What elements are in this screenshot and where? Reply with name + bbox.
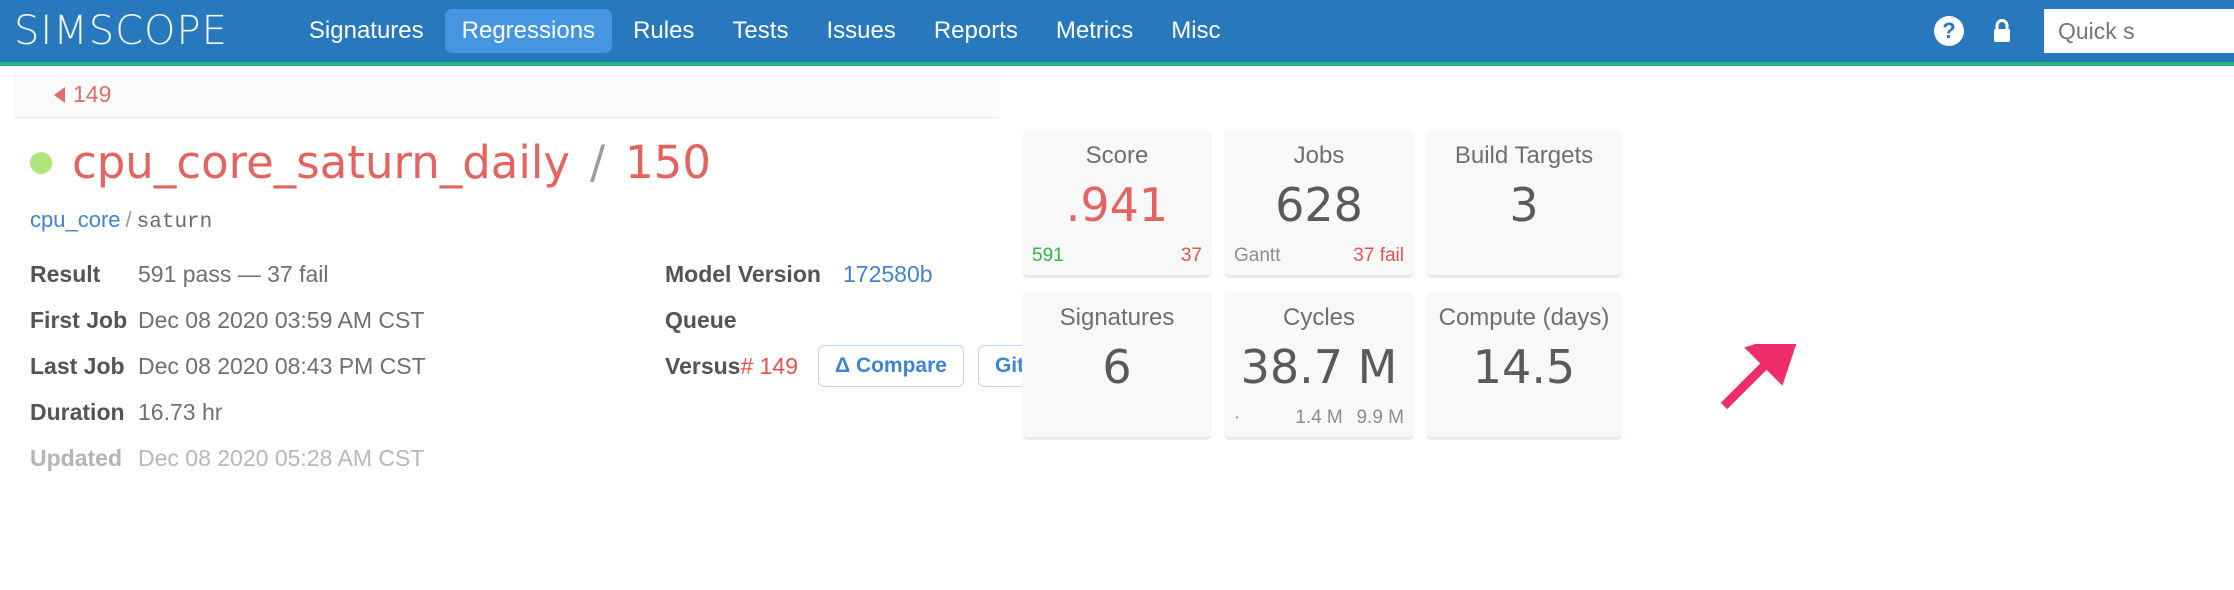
- title-separator: /: [590, 136, 606, 189]
- nav-item-reports[interactable]: Reports: [917, 9, 1035, 53]
- nav-item-issues[interactable]: Issues: [809, 9, 912, 53]
- lock-icon[interactable]: [1990, 17, 2014, 45]
- metric-card-signatures[interactable]: Signatures 6: [1022, 292, 1212, 440]
- metric-card-footer: 591 37: [1032, 245, 1202, 267]
- metric-card-build-targets[interactable]: Build Targets 3: [1426, 130, 1622, 278]
- breadcrumb-item-cpu-core[interactable]: cpu_core: [30, 207, 121, 232]
- previous-run-link[interactable]: 149: [54, 81, 111, 108]
- detail-value-model-version[interactable]: 172580b: [843, 261, 933, 288]
- detail-value-duration: 16.73 hr: [138, 398, 223, 425]
- breadcrumb: cpu_core / saturn: [0, 189, 1012, 234]
- question-circle-icon[interactable]: ?: [1934, 16, 1964, 46]
- detail-value-updated: Dec 08 2020 05:28 AM CST: [138, 444, 425, 471]
- status-dot-icon: [30, 151, 52, 174]
- metric-card-value: 3: [1509, 178, 1539, 232]
- regression-run-number[interactable]: 150: [625, 136, 711, 189]
- metric-card-footer: Gantt 37 fail: [1234, 245, 1404, 267]
- gantt-link[interactable]: Gantt: [1234, 245, 1280, 267]
- previous-run-label: 149: [73, 81, 112, 107]
- metric-card-score[interactable]: Score .941 591 37: [1022, 130, 1212, 278]
- metric-card-title: Score: [1085, 142, 1149, 169]
- detail-label-queue: Queue: [665, 306, 737, 333]
- metric-card-compute-days[interactable]: Compute (days) 14.5: [1426, 292, 1622, 440]
- metric-card-value: 6: [1102, 340, 1132, 394]
- detail-value-first-job: Dec 08 2020 03:59 AM CST: [138, 306, 425, 333]
- detail-row-model-version: Model Version 172580b: [665, 256, 1065, 292]
- metric-card-footer: · 1.4 M 9.9 M: [1234, 407, 1404, 429]
- regression-name[interactable]: cpu_core_saturn_daily: [72, 136, 570, 189]
- quick-search-input[interactable]: [2044, 9, 2234, 53]
- metric-card-title: Jobs: [1293, 142, 1345, 169]
- top-navbar: SIMSCOPE Signatures Regressions Rules Te…: [0, 0, 2234, 66]
- detail-row-updated: Updated Dec 08 2020 05:28 AM CST: [30, 440, 650, 476]
- cycles-min-value: 1.4 M: [1295, 407, 1343, 428]
- breadcrumb-item-saturn: saturn: [136, 211, 213, 234]
- details-column-left: Result 591 pass — 37 fail First Job Dec …: [30, 256, 650, 486]
- navbar-actions: ?: [1934, 9, 2234, 53]
- nav-item-misc[interactable]: Misc: [1154, 9, 1237, 53]
- main-nav: Signatures Regressions Rules Tests Issue…: [292, 9, 1238, 53]
- annotation-arrow-icon: [1718, 328, 1808, 414]
- detail-label-model-version: Model Version: [665, 260, 821, 287]
- detail-label-result: Result: [30, 260, 101, 287]
- compare-button[interactable]: Δ Compare: [818, 345, 964, 387]
- score-fail-count: 37: [1180, 245, 1202, 266]
- detail-label-updated: Updated: [30, 444, 122, 471]
- metric-card-value: .941: [1065, 178, 1169, 232]
- detail-label-first-job: First Job: [30, 306, 128, 333]
- detail-value-versus[interactable]: # 149: [740, 353, 798, 380]
- details-column-right: Model Version 172580b Queue Versus # 149…: [665, 256, 1082, 394]
- metric-card-value: 628: [1275, 178, 1363, 232]
- previous-run-bar: 149: [14, 72, 998, 118]
- detail-row-first-job: First Job Dec 08 2020 03:59 AM CST: [30, 302, 650, 338]
- details-grid: Result 591 pass — 37 fail First Job Dec …: [0, 234, 1082, 471]
- metric-cards: Score .941 591 37 Jobs 628 Gantt 37 fail…: [1022, 130, 1622, 440]
- detail-label-last-job: Last Job: [30, 352, 125, 379]
- detail-row-last-job: Last Job Dec 08 2020 08:43 PM CST: [30, 348, 650, 384]
- nav-item-metrics[interactable]: Metrics: [1039, 9, 1150, 53]
- nav-item-tests[interactable]: Tests: [715, 9, 805, 53]
- metric-card-jobs[interactable]: Jobs 628 Gantt 37 fail: [1224, 130, 1414, 278]
- detail-label-versus: Versus: [665, 352, 741, 379]
- detail-row-versus: Versus # 149 Δ Compare Git Diff: [665, 345, 1082, 387]
- cycles-max-value: 9.9 M: [1356, 407, 1405, 428]
- detail-row-duration: Duration 16.73 hr: [30, 394, 650, 430]
- jobs-fail-count: 37 fail: [1353, 245, 1404, 266]
- app-logo[interactable]: SIMSCOPE: [14, 11, 238, 51]
- metric-card-title: Compute (days): [1438, 304, 1610, 331]
- detail-row-queue: Queue: [665, 302, 1065, 338]
- metric-card-title: Signatures: [1059, 304, 1175, 331]
- page-title: cpu_core_saturn_daily / 150: [0, 118, 1012, 189]
- detail-value-last-job: Dec 08 2020 08:43 PM CST: [138, 352, 426, 379]
- detail-row-result: Result 591 pass — 37 fail: [30, 256, 650, 292]
- detail-label-duration: Duration: [30, 398, 125, 425]
- metric-card-cycles[interactable]: Cycles 38.7 M · 1.4 M 9.9 M: [1224, 292, 1414, 440]
- cycles-dot: ·: [1234, 407, 1241, 428]
- nav-item-regressions[interactable]: Regressions: [444, 9, 613, 53]
- nav-item-rules[interactable]: Rules: [616, 9, 711, 53]
- metric-card-value: 14.5: [1472, 340, 1576, 394]
- score-pass-count: 591: [1032, 245, 1064, 266]
- nav-item-signatures[interactable]: Signatures: [292, 9, 441, 53]
- metric-card-title: Build Targets: [1454, 142, 1594, 169]
- triangle-left-icon: [54, 86, 65, 103]
- metric-card-title: Cycles: [1282, 304, 1355, 331]
- breadcrumb-separator: /: [125, 207, 132, 232]
- metric-card-value: 38.7 M: [1240, 340, 1398, 394]
- regression-summary-panel: 149 cpu_core_saturn_daily / 150 cpu_core…: [0, 72, 1082, 471]
- detail-value-result: 591 pass — 37 fail: [138, 260, 329, 287]
